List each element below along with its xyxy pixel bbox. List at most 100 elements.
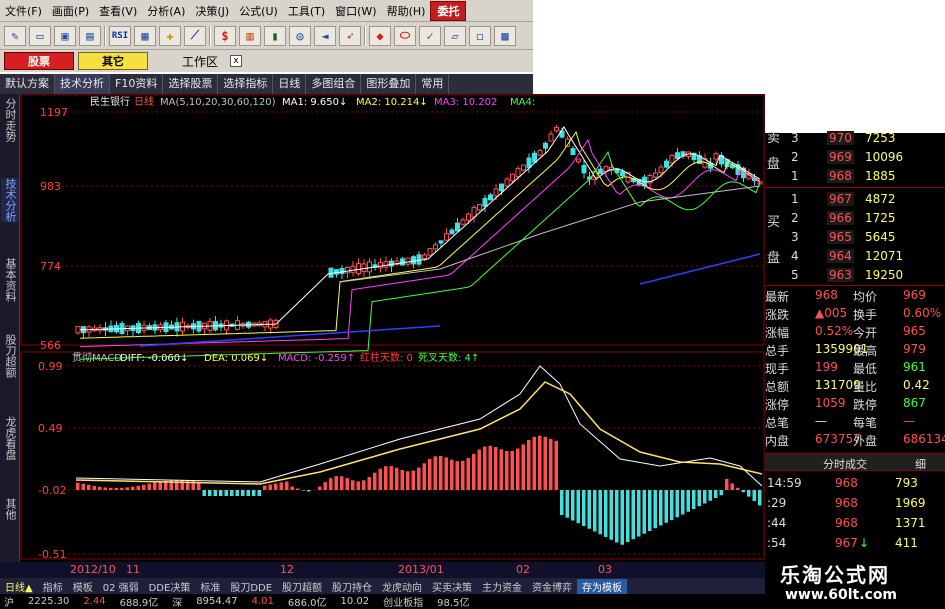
quote-value: 0.52% — [815, 324, 854, 338]
watermark-title: 乐淘公式网 — [780, 563, 890, 587]
quote-row: 2 966 1725 — [765, 209, 945, 227]
pen-icon[interactable]: ✎ — [4, 25, 26, 46]
binoculars-icon[interactable]: ◎ — [289, 25, 311, 46]
kline-chart[interactable]: 1197 983 774 566 0.99 0.49 -0.02 -0.51 民生银行 日线 MA(… — [20, 94, 765, 562]
tick-price: 968 — [835, 476, 858, 490]
monitor-icon[interactable]: ▤ — [79, 25, 101, 46]
bars-icon[interactable]: ▮ — [264, 25, 286, 46]
analysis-tab[interactable]: 选择股票 — [163, 74, 219, 94]
quote-key: 换手 — [853, 308, 878, 322]
analysis-tab[interactable]: 日线 — [273, 74, 307, 94]
macd-bar — [76, 482, 80, 490]
macd-bar — [125, 487, 129, 490]
analysis-tab[interactable]: F10资料 — [110, 74, 164, 94]
rsi-label[interactable]: RSI — [109, 25, 131, 46]
menu-item[interactable]: 决策(J) — [190, 3, 234, 19]
bottom-tab[interactable]: 股刀DDE — [225, 579, 277, 594]
menu-item[interactable]: 窗口(W) — [330, 3, 381, 19]
quote-key: 总笔 — [765, 416, 790, 430]
dollar-icon[interactable]: $ — [214, 25, 236, 46]
quote-key: 每笔 — [853, 416, 878, 430]
menu-item[interactable]: 帮助(H) — [382, 3, 431, 19]
workspace-label[interactable]: 工作区 — [182, 53, 218, 70]
analysis-tab[interactable]: 图形叠加 — [361, 74, 417, 94]
macd-bar — [263, 485, 267, 490]
analysis-tab[interactable]: 默认方案 — [0, 74, 55, 94]
quote-row: 涨停 1059 跌停 867 — [765, 394, 945, 412]
candle-body — [471, 206, 477, 218]
analysis-tab[interactable]: 常用 — [416, 74, 450, 94]
menu-item[interactable]: 分析(A) — [142, 3, 190, 19]
bottom-tab[interactable]: 资金博弈 — [527, 579, 577, 594]
books-icon[interactable]: ▩ — [494, 25, 516, 46]
bottom-tab[interactable]: 主力资金 — [477, 579, 527, 594]
quote-row: 1 968 1885 — [765, 167, 945, 185]
macd-bar — [114, 487, 118, 490]
bottom-tab[interactable]: 指标 — [38, 579, 68, 594]
bottom-tab[interactable]: 买卖决策 — [427, 579, 477, 594]
leftnav-tab[interactable]: 分时走势 — [1, 98, 19, 142]
pill-icon[interactable]: ⬭ — [394, 25, 416, 46]
menu-item[interactable]: 委托 — [430, 0, 467, 21]
bottom-tab[interactable]: 02 强弱 — [98, 579, 144, 594]
megaphone-icon[interactable]: ◄ — [314, 25, 336, 46]
close-icon[interactable]: x — [230, 55, 243, 67]
ruler-icon[interactable]: ⟋ — [184, 25, 206, 46]
tab-other[interactable]: 其它 — [78, 52, 148, 70]
grid-icon[interactable]: ▦ — [134, 25, 156, 46]
quote-value: 968 — [815, 288, 838, 302]
analysis-tab[interactable]: 多图组合 — [306, 74, 362, 94]
menu-item[interactable]: 工具(T) — [283, 3, 330, 19]
candle-body — [460, 219, 466, 225]
quote-key: 外盘 — [853, 434, 878, 448]
bottom-tab[interactable]: 日线▲ — [0, 579, 38, 594]
ticker-value: 688.9亿 — [119, 598, 159, 609]
ticker-value: 深 — [172, 598, 183, 609]
candle-body — [438, 240, 444, 244]
bottom-tab[interactable]: 模板 — [68, 579, 98, 594]
candle-body — [328, 267, 334, 278]
menu-item[interactable]: 公式(U) — [234, 3, 283, 19]
eraser-icon[interactable]: ▱ — [444, 25, 466, 46]
rocket-icon[interactable]: ➶ — [339, 25, 361, 46]
leftnav-tab[interactable]: 基本资料 — [1, 258, 19, 302]
menu-item[interactable]: 文件(F) — [0, 3, 47, 19]
candle-body — [75, 326, 81, 334]
macd-bar — [708, 490, 712, 501]
candle-icon[interactable]: ▥ — [239, 25, 261, 46]
card-icon[interactable]: ▭ — [29, 25, 51, 46]
diamond-icon[interactable]: ◆ — [369, 25, 391, 46]
bottom-tab[interactable]: 股刀持仓 — [327, 579, 377, 594]
macd-bar — [653, 490, 657, 529]
screen-icon[interactable]: ▣ — [54, 25, 76, 46]
check-icon[interactable]: ✓ — [419, 25, 441, 46]
menu-item[interactable]: 查看(V) — [94, 3, 142, 19]
quote-row: 总笔 — 每笔 — — [765, 412, 945, 430]
macd-bar — [444, 457, 448, 490]
bottom-tab[interactable]: 标准 — [195, 579, 225, 594]
analysis-tab[interactable]: 技术分析 — [55, 74, 110, 94]
ticks-detail-button[interactable]: 细 — [915, 456, 926, 472]
bid-price: 963 — [827, 268, 854, 282]
leftnav-tab[interactable]: 技术分析 — [1, 178, 19, 222]
bottom-tab[interactable]: 股刀超额 — [277, 579, 327, 594]
bottom-tab[interactable]: 存为模板 — [577, 578, 628, 594]
leftnav-tab[interactable]: 其他 — [1, 498, 19, 520]
candle-body — [713, 153, 719, 160]
macd-bar — [208, 490, 212, 496]
leftnav-tab[interactable]: 龙虎看盘 — [1, 416, 19, 460]
menu-item[interactable]: 画面(P) — [47, 3, 94, 19]
level-num: 2 — [791, 150, 799, 164]
bottom-tab[interactable]: 龙虎动向 — [377, 579, 427, 594]
quote-row: 最新 968 均价 969 — [765, 286, 945, 304]
bottom-tab[interactable]: DDE决策 — [144, 579, 196, 594]
window-icon[interactable]: ◻ — [469, 25, 491, 46]
analysis-tab[interactable]: 选择指标 — [218, 74, 274, 94]
macd-bar — [351, 480, 355, 490]
macd-bar — [521, 444, 525, 490]
leftnav-tab[interactable]: 股刀超额 — [1, 334, 19, 378]
cross-icon[interactable]: ✚ — [159, 25, 181, 46]
macd-bar — [598, 490, 602, 535]
left-nav: 分时走势技术分析基本资料股刀超额龙虎看盘其他 — [0, 94, 20, 578]
tab-stock[interactable]: 股票 — [4, 52, 74, 70]
